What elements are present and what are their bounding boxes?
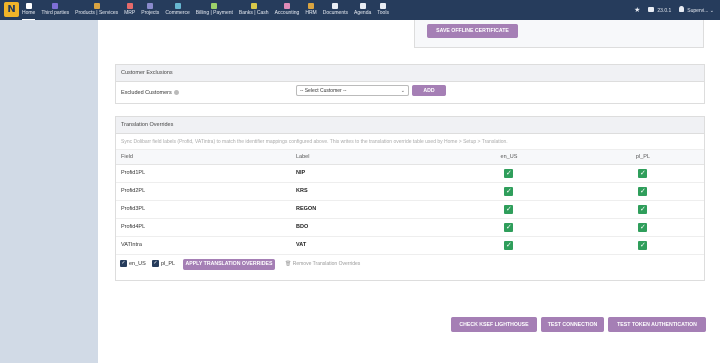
test-token-authentication-button[interactable]: TEST TOKEN AUTHENTICATION bbox=[608, 317, 706, 332]
user-menu[interactable]: Supervi... ⌄ bbox=[679, 6, 714, 14]
en-us-checkbox[interactable]: ✓ bbox=[120, 259, 127, 267]
menu-projects[interactable]: Projects bbox=[141, 0, 159, 20]
en-us-checkbox-label: en_US bbox=[129, 260, 146, 267]
check-icon: ✓ bbox=[504, 204, 514, 214]
top-navbar: N Home Third parties Products | Services… bbox=[0, 0, 720, 20]
billing-icon bbox=[211, 3, 218, 9]
table-header: Field Label en_US pl_PL bbox=[116, 150, 704, 165]
translation-help-text: Sync Dolibarr field labels (Profid, VATi… bbox=[116, 134, 704, 150]
pl-pl-checkbox[interactable]: ✓ bbox=[152, 259, 159, 267]
check-icon: ✓ bbox=[504, 186, 514, 196]
trash-icon: 🗑 bbox=[285, 260, 292, 267]
bank-icon bbox=[250, 3, 257, 9]
menu-third-parties[interactable]: Third parties bbox=[41, 0, 69, 20]
table-row: Profid4PL BDO ✓ ✓ bbox=[116, 218, 704, 237]
menu-documents[interactable]: Documents bbox=[323, 0, 348, 20]
menu-commerce[interactable]: Commerce bbox=[165, 0, 190, 20]
check-icon: ✓ bbox=[504, 240, 514, 250]
accounting-icon bbox=[283, 3, 290, 9]
printer-icon bbox=[648, 6, 655, 12]
menu-accounting[interactable]: Accounting bbox=[275, 0, 299, 20]
hrm-icon bbox=[308, 3, 315, 9]
check-icon: ✓ bbox=[638, 168, 648, 178]
menu-home[interactable]: Home bbox=[22, 0, 36, 20]
header-pl: pl_PL bbox=[581, 150, 704, 165]
apply-translation-overrides-button[interactable]: APPLY TRANSLATION OVERRIDES bbox=[183, 258, 275, 270]
cube-icon bbox=[93, 3, 100, 9]
table-row: Profid1PL NIP ✓ ✓ bbox=[116, 164, 704, 183]
test-connection-button[interactable]: TEST CONNECTION bbox=[541, 317, 604, 332]
translation-overrides-title: Translation Overrides bbox=[116, 117, 704, 134]
home-icon bbox=[25, 3, 32, 9]
header-en: en_US bbox=[436, 150, 582, 165]
table-row: Profid2PL KRS ✓ ✓ bbox=[116, 182, 704, 201]
chevron-down-icon: ⌄ bbox=[709, 8, 714, 14]
menu-tools[interactable]: Tools bbox=[377, 0, 389, 20]
menu-products[interactable]: Products | Services bbox=[75, 0, 118, 20]
main-content: SAVE OFFLINE CERTIFICATE Customer Exclus… bbox=[98, 20, 720, 363]
customer-select[interactable]: -- Select Customer -- ⌄ bbox=[296, 85, 409, 96]
app-logo[interactable]: N bbox=[4, 2, 19, 17]
check-icon: ✓ bbox=[638, 240, 648, 250]
menu-agenda[interactable]: Agenda bbox=[354, 0, 371, 20]
translation-actions: ✓ en_US ✓ pl_PL APPLY TRANSLATION OVERRI… bbox=[116, 255, 704, 273]
cubes-icon bbox=[126, 3, 133, 9]
header-field: Field bbox=[116, 150, 296, 165]
user-icon bbox=[679, 6, 685, 12]
info-icon[interactable] bbox=[173, 90, 179, 96]
customer-exclusions-panel: Customer Exclusions Excluded Customers -… bbox=[115, 64, 705, 104]
star-icon[interactable]: ★ bbox=[634, 6, 640, 14]
wrench-icon bbox=[380, 3, 387, 9]
menu-billing[interactable]: Billing | Payment bbox=[196, 0, 233, 20]
folder-icon bbox=[332, 3, 339, 9]
check-icon: ✓ bbox=[638, 222, 648, 232]
remove-translation-overrides-link[interactable]: 🗑 Remove Translation Overrides bbox=[285, 261, 360, 267]
translation-overrides-panel: Translation Overrides Sync Dolibarr fiel… bbox=[115, 116, 705, 281]
table-row: VATIntra VAT ✓ ✓ bbox=[116, 236, 704, 255]
excluded-customers-label: Excluded Customers bbox=[121, 90, 179, 96]
menu-mrp[interactable]: MRP bbox=[124, 0, 135, 20]
add-customer-button[interactable]: ADD bbox=[412, 85, 446, 96]
project-icon bbox=[147, 3, 154, 9]
chevron-down-icon: ⌄ bbox=[400, 88, 405, 94]
check-icon: ✓ bbox=[504, 168, 514, 178]
customer-exclusions-title: Customer Exclusions bbox=[116, 65, 704, 82]
certificate-panel: SAVE OFFLINE CERTIFICATE bbox=[414, 20, 704, 48]
building-icon bbox=[52, 3, 59, 9]
translation-table: Field Label en_US pl_PL Profid1PL NIP ✓ … bbox=[116, 150, 704, 255]
topbar-right: ★ 23.0.1 Supervi... ⌄ bbox=[626, 0, 714, 20]
menu-hrm[interactable]: HRM bbox=[305, 0, 317, 20]
main-menu: Home Third parties Products | Services M… bbox=[22, 0, 395, 20]
check-icon: ✓ bbox=[638, 204, 648, 214]
check-ksef-lighthouse-button[interactable]: CHECK KSEF LIGHTHOUSE bbox=[451, 317, 537, 332]
header-label: Label bbox=[296, 150, 436, 165]
calendar-icon bbox=[359, 3, 366, 9]
commerce-icon bbox=[174, 3, 181, 9]
check-icon: ✓ bbox=[638, 186, 648, 196]
left-sidebar bbox=[0, 20, 98, 363]
menu-banks[interactable]: Banks | Cash bbox=[239, 0, 269, 20]
table-row: Profid3PL REGON ✓ ✓ bbox=[116, 200, 704, 219]
pl-pl-checkbox-label: pl_PL bbox=[161, 260, 176, 267]
check-icon: ✓ bbox=[504, 222, 514, 232]
save-offline-certificate-button[interactable]: SAVE OFFLINE CERTIFICATE bbox=[427, 24, 518, 38]
version-badge[interactable]: 23.0.1 bbox=[648, 6, 671, 14]
